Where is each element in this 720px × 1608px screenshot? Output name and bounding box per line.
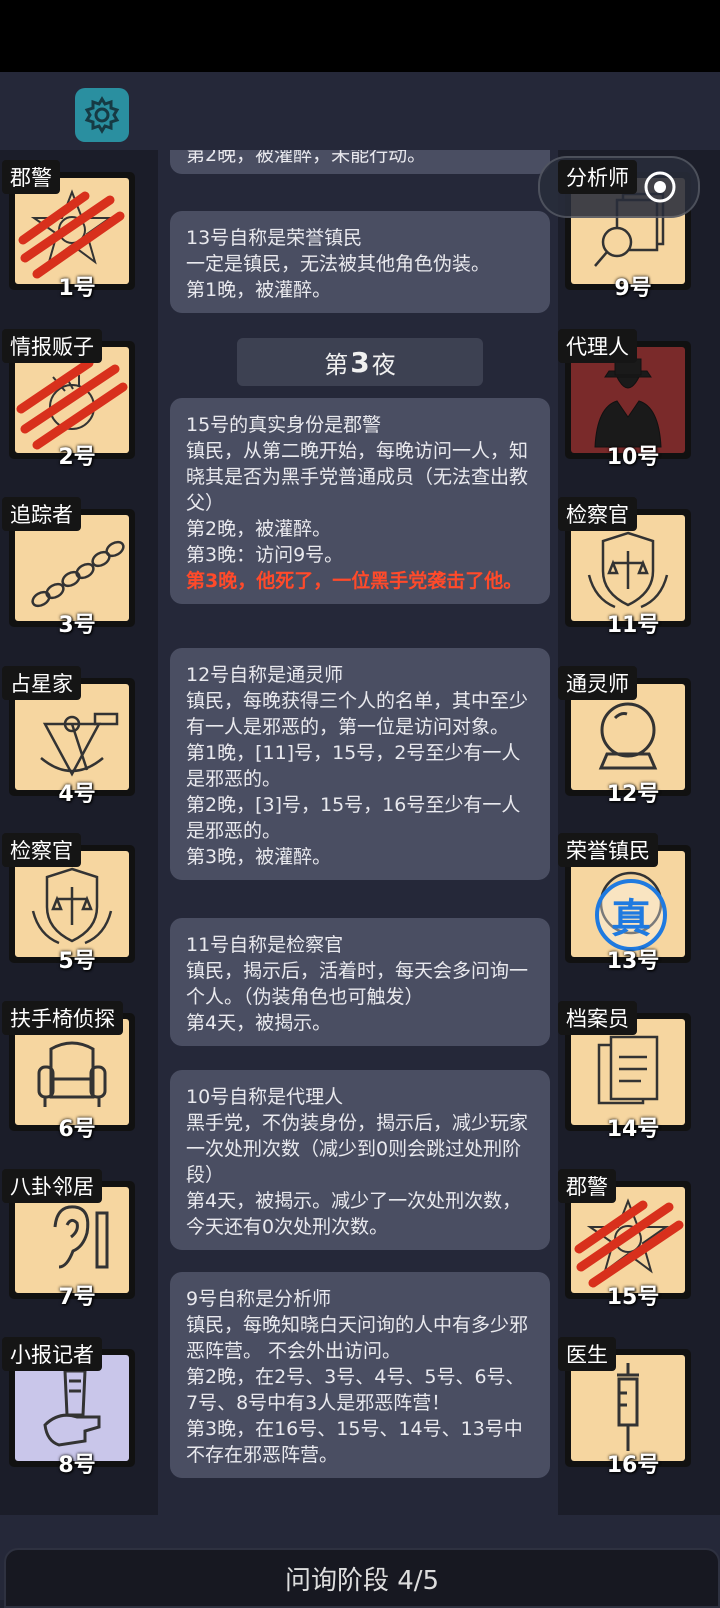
- player-number: 6号: [58, 1117, 96, 1142]
- role-label: 情报贩子: [2, 329, 102, 363]
- role-label: 医生: [558, 1337, 616, 1371]
- player-number: 9号: [614, 276, 652, 301]
- player-card-13[interactable]: 真 荣誉镇民 13号: [558, 833, 694, 974]
- player-card-16[interactable]: 医生 16号: [558, 1337, 694, 1478]
- player-card-12[interactable]: 通灵师 12号: [558, 666, 694, 807]
- player-number: 10号: [606, 445, 660, 470]
- message-partial: 第2晚，被灌醉，未能行动。: [170, 150, 550, 174]
- gear-icon: [84, 96, 120, 134]
- message-player-15: 15号的真实身份是郡警 镇民，从第二晚开始，每晚访问一人，知晓其是否为黑手党普通…: [170, 398, 550, 604]
- player-card-4[interactable]: 占星家 4号: [2, 666, 138, 807]
- role-label: 占星家: [2, 666, 81, 700]
- phase-bar: 问询阶段 4/5: [4, 1548, 720, 1608]
- player-card-5[interactable]: 检察官 5号: [2, 833, 138, 974]
- player-card-6[interactable]: 扶手椅侦探 6号: [2, 1001, 138, 1142]
- role-label: 郡警: [2, 160, 60, 194]
- death-notice: 第3晚，他死了，一位黑手党袭击了他。: [186, 570, 523, 592]
- message-player-10: 10号自称是代理人 黑手党，不伪装身份，揭示后，减少玩家一次处刑次数（减少到0则…: [170, 1070, 550, 1250]
- role-label: 八卦邻居: [2, 1169, 102, 1203]
- role-label: 追踪者: [2, 497, 81, 531]
- role-label: 通灵师: [558, 666, 637, 700]
- role-label: 检察官: [2, 833, 81, 867]
- player-number: 8号: [58, 1453, 96, 1478]
- message-player-11: 11号自称是检察官 镇民，揭示后，活着时，每天会多问询一个人。（伪装角色也可触发…: [170, 918, 550, 1046]
- player-number: 5号: [58, 949, 96, 974]
- player-card-15[interactable]: 郡警 15号: [558, 1169, 694, 1310]
- player-card-8[interactable]: 小报记者 8号: [2, 1337, 138, 1478]
- player-number: 7号: [58, 1285, 96, 1310]
- message-player-13: 13号自称是荣誉镇民 一定是镇民，无法被其他角色伪装。 第1晚，被灌醉。: [170, 211, 550, 313]
- phase-label: 问询阶段 4/5: [284, 1565, 440, 1596]
- player-number: 13号: [606, 949, 660, 974]
- message-player-9: 9号自称是分析师 镇民，每晚知晓白天问询的人中有多少邪恶阵营。 不会外出访问。 …: [170, 1272, 550, 1478]
- player-card-10[interactable]: 代理人 10号: [558, 329, 694, 470]
- settings-button[interactable]: [75, 88, 129, 142]
- player-number: 14号: [606, 1117, 660, 1142]
- player-number: 3号: [58, 613, 96, 638]
- role-label: 代理人: [558, 329, 637, 363]
- player-number: 16号: [606, 1453, 660, 1478]
- role-label: 分析师: [558, 160, 637, 194]
- player-number: 4号: [58, 782, 96, 807]
- message-player-12: 12号自称是通灵师 镇民，每晚获得三个人的名单，其中至少有一人是邪恶的，第一位是…: [170, 648, 550, 880]
- player-number: 11号: [606, 613, 660, 638]
- close-target-icon[interactable]: [643, 170, 677, 204]
- status-bar: [0, 0, 720, 72]
- verified-stamp: 真: [595, 879, 667, 951]
- player-number: 2号: [58, 445, 96, 470]
- role-label: 检察官: [558, 497, 637, 531]
- player-number: 1号: [58, 276, 96, 301]
- role-label: 郡警: [558, 1169, 616, 1203]
- role-label: 荣誉镇民: [558, 833, 658, 867]
- night-divider: 第3夜: [237, 338, 483, 386]
- player-card-2[interactable]: 情报贩子 2号: [2, 329, 138, 470]
- player-card-7[interactable]: 八卦邻居 7号: [2, 1169, 138, 1310]
- player-card-3[interactable]: 追踪者 3号: [2, 497, 138, 638]
- player-card-14[interactable]: 档案员 14号: [558, 1001, 694, 1142]
- player-number: 12号: [606, 782, 660, 807]
- player-card-11[interactable]: 检察官 11号: [558, 497, 694, 638]
- player-card-1[interactable]: 郡警 1号: [2, 160, 138, 301]
- role-label: 小报记者: [2, 1337, 102, 1371]
- role-label: 扶手椅侦探: [2, 1001, 123, 1035]
- player-number: 15号: [606, 1285, 660, 1310]
- role-label: 档案员: [558, 1001, 637, 1035]
